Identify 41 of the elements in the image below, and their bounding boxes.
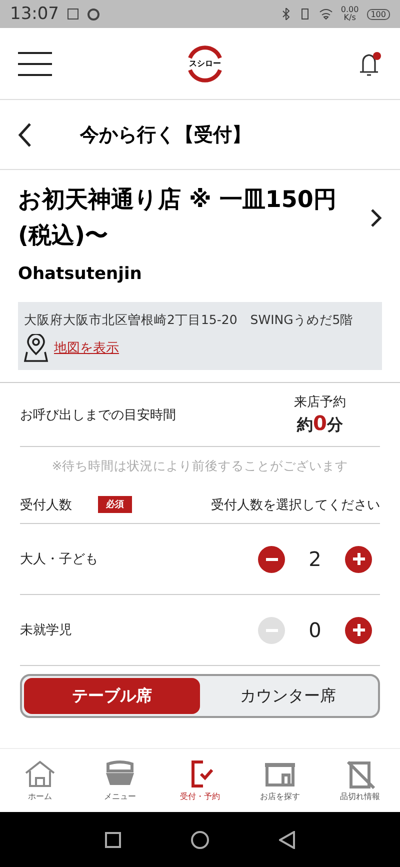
vibrate-icon [298,8,311,20]
chevron-right-icon[interactable] [370,208,382,228]
back-icon[interactable] [18,122,32,148]
store-address: 大阪府大阪市北区曽根崎2丁目15-20 SWINGうめだ5階 [24,311,354,329]
bluetooth-icon [282,8,291,20]
map-link[interactable]: 地図を表示 [54,339,119,357]
page-title: 今から行く【受付】 [80,122,251,148]
wait-time: 約0分 [297,411,343,436]
logo-ring-icon [185,44,225,84]
status-time: 13:07 [10,4,59,24]
minus-button[interactable] [258,546,285,572]
wait-label: お呼び出しまでの目安時間 [20,406,177,424]
recents-icon[interactable] [105,832,121,848]
store-name: お初天神通り店 ※ 一皿150円(税込)〜 [18,186,338,251]
wait-note: ※待ち時間は状況により前後することがございます [50,457,350,475]
menu-icon[interactable] [18,50,52,76]
plus-button[interactable] [345,616,372,644]
counter-value: 2 [308,547,322,571]
plus-icon [352,553,364,565]
home-icon [23,759,57,789]
seat-tab[interactable]: テーブル席 [24,678,200,714]
reservation-type: 来店予約 [294,394,346,411]
required-tag: 必須 [98,496,132,513]
minus-icon [266,558,278,560]
home-circle-icon[interactable] [191,830,209,848]
back-triangle-icon[interactable] [279,830,295,848]
network-speed: 0.00 K/s [340,6,359,22]
counter-value: 0 [308,618,322,642]
party-label: 受付人数 [20,496,72,514]
plus-icon [352,624,364,636]
party-hint: 受付人数を選択してください [211,496,380,514]
seat-tab[interactable]: カウンター席 [200,678,376,714]
wifi-icon [318,8,333,20]
battery-level: 100 [366,8,390,20]
counter-label: 大人・子ども [20,551,99,568]
logo-text: スシロー [189,58,221,69]
store-romaji: Ohatsutenjin [18,264,143,284]
plus-button[interactable] [345,546,372,572]
map-pin-icon [24,334,48,362]
counter-label: 未就学児 [20,622,73,639]
bell-icon[interactable] [358,50,382,78]
